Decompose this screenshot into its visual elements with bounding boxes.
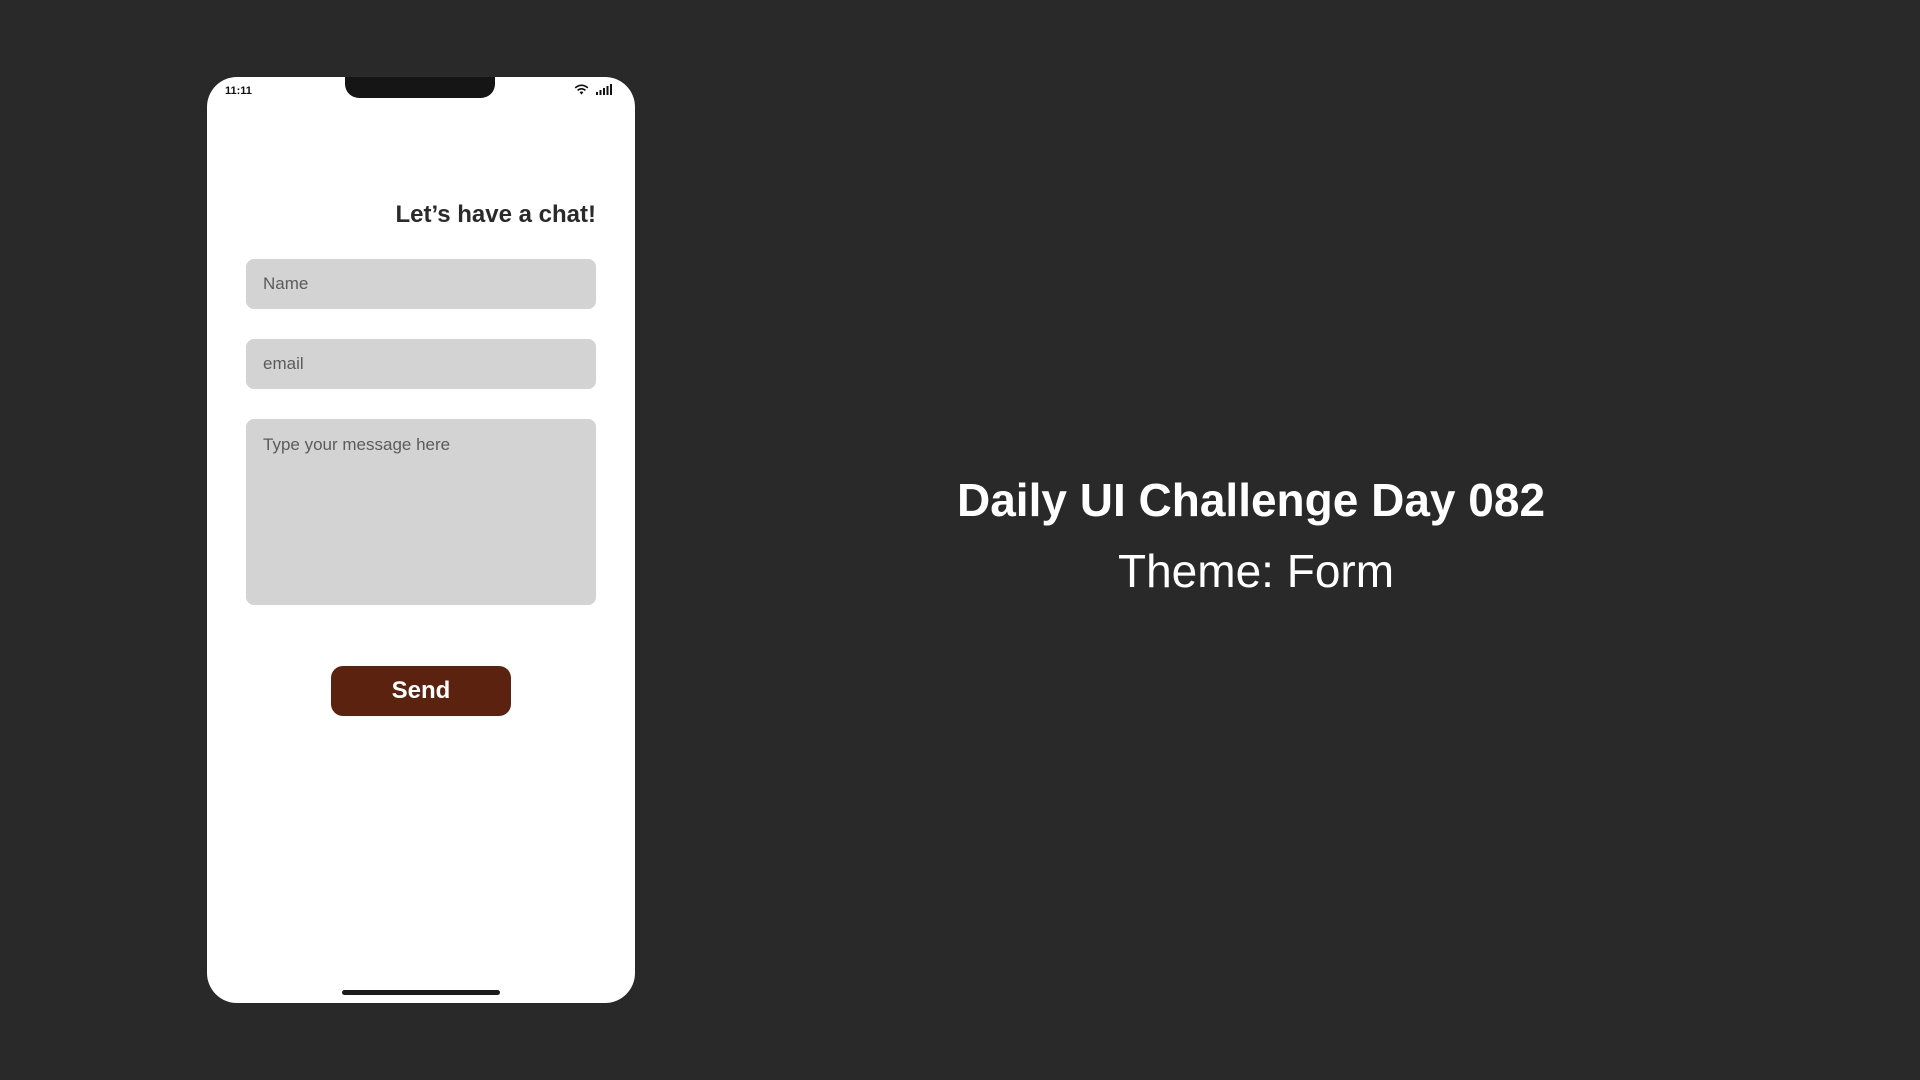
status-time: 11:11 bbox=[225, 85, 252, 97]
page-title: Daily UI Challenge Day 082 bbox=[957, 474, 1546, 526]
wifi-icon bbox=[574, 84, 589, 95]
signal-icon bbox=[596, 84, 612, 95]
name-input[interactable] bbox=[246, 259, 596, 309]
page-subtitle: Theme: Form bbox=[1118, 545, 1395, 597]
send-button[interactable]: Send bbox=[331, 666, 511, 716]
home-indicator bbox=[342, 990, 500, 995]
status-icons bbox=[574, 84, 612, 95]
form-heading: Let’s have a chat! bbox=[395, 201, 596, 228]
phone-notch bbox=[345, 77, 495, 98]
phone-frame: 11:11 Let’s have a chat! Send bbox=[207, 77, 635, 1003]
email-input[interactable] bbox=[246, 339, 596, 389]
message-textarea[interactable] bbox=[246, 419, 596, 605]
